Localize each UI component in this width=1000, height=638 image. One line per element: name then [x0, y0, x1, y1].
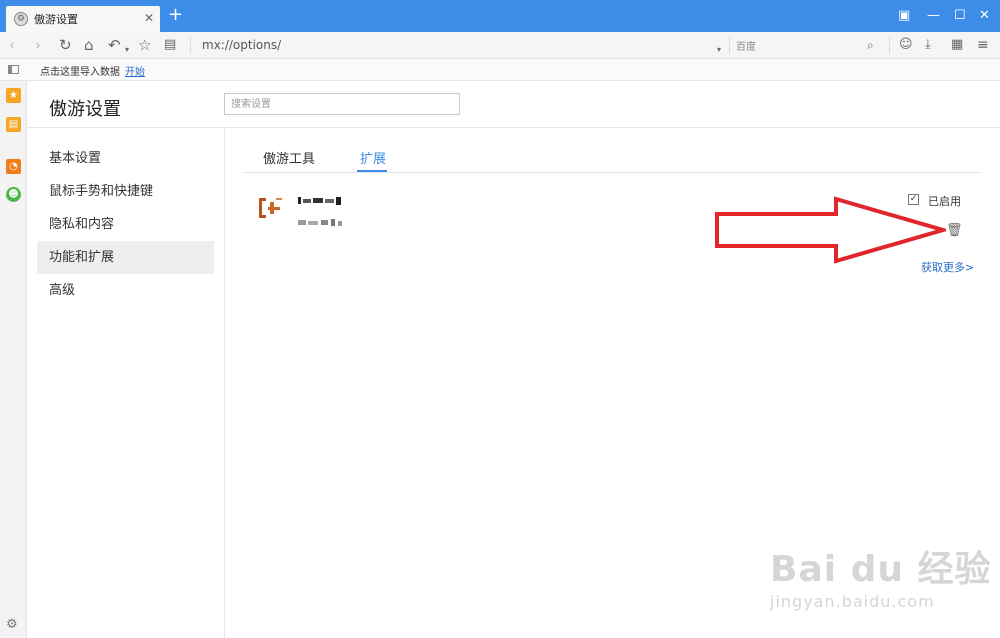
reader-icon[interactable]: ▤ — [164, 36, 176, 54]
account-icon[interactable]: ☺ — [899, 36, 913, 54]
back-icon[interactable]: ‹ — [9, 36, 15, 54]
rss-icon[interactable]: ◔ — [6, 159, 21, 174]
new-tab-button[interactable]: + — [168, 5, 183, 25]
window-close-icon[interactable]: ✕ — [979, 8, 990, 23]
extension-icon — [259, 198, 282, 218]
nav-divider — [224, 128, 225, 638]
gear-icon[interactable]: ⚙ — [6, 617, 18, 632]
watermark-url: jingyan.baidu.com — [770, 592, 935, 611]
tab-bar: ⚙ 傲游设置 ✕ + ▣ — ☐ ✕ — [0, 0, 1000, 32]
toolbar-divider — [729, 37, 730, 54]
content-tabs: 傲游工具 扩展 — [244, 146, 981, 173]
page-title: 傲游设置 — [49, 99, 121, 120]
smiley-icon[interactable]: ☻ — [6, 187, 21, 202]
refresh-icon[interactable]: ↻ — [59, 36, 72, 54]
nav-item-privacy[interactable]: 隐私和内容 — [37, 208, 214, 241]
maximize-icon[interactable]: ☐ — [954, 8, 966, 23]
close-icon[interactable]: ✕ — [144, 11, 154, 25]
address-dropdown-icon[interactable]: ▾ — [717, 41, 721, 59]
bookmark-bar: 点击这里导入数据 开始 — [0, 59, 1000, 81]
sidebar-toggle-icon[interactable] — [8, 65, 19, 74]
forward-icon[interactable]: › — [35, 36, 41, 54]
extension-description-garbled — [298, 219, 342, 226]
nav-item-features[interactable]: 功能和扩展 — [37, 241, 214, 274]
tab-maxthon-tools[interactable]: 傲游工具 — [263, 148, 315, 167]
favorite-star-icon[interactable]: ☆ — [138, 36, 151, 54]
settings-gear-icon: ⚙ — [14, 12, 28, 26]
nav-item-basic[interactable]: 基本设置 — [37, 142, 214, 175]
side-panel: ★ ▤ ◔ ☻ ⚙ — [0, 81, 27, 638]
chevron-down-icon[interactable]: ▾ — [125, 41, 129, 59]
undo-close-icon[interactable]: ↶ — [108, 36, 121, 54]
note-icon[interactable]: ▤ — [6, 117, 21, 132]
watermark-main: Bai du 经验 — [770, 549, 992, 590]
browser-tab[interactable]: ⚙ 傲游设置 ✕ — [6, 6, 160, 32]
baidu-watermark: Bai du 经验 jingyan.baidu.com — [770, 540, 992, 611]
apps-grid-icon[interactable]: ▦ — [951, 36, 963, 54]
toolbar-divider — [889, 37, 890, 54]
active-tab-indicator — [357, 170, 387, 172]
settings-nav: 基本设置 鼠标手势和快捷键 隐私和内容 功能和扩展 高级 — [37, 142, 214, 307]
toolbar-divider — [190, 37, 191, 54]
navigation-toolbar: ‹ › ↻ ⌂ ↶ ▾ ☆ ▤ mx://options/ ▾ 百度 ⌕ ☺ ⤓… — [0, 32, 1000, 59]
nav-item-gestures[interactable]: 鼠标手势和快捷键 — [37, 175, 214, 208]
extension-name-garbled — [298, 197, 341, 205]
settings-search-input[interactable] — [224, 93, 460, 115]
tab-title: 傲游设置 — [34, 13, 78, 26]
search-engine-box[interactable]: 百度 — [736, 38, 756, 53]
start-link[interactable]: 开始 — [125, 63, 145, 78]
download-icon[interactable]: ⤓ — [925, 36, 931, 54]
minimize-icon[interactable]: — — [927, 8, 940, 23]
nav-item-advanced[interactable]: 高级 — [37, 274, 214, 307]
tab-extensions[interactable]: 扩展 — [360, 148, 386, 167]
search-icon[interactable]: ⌕ — [867, 36, 874, 54]
sidebar-layout-icon[interactable]: ▣ — [898, 8, 910, 23]
menu-icon[interactable]: ≡ — [977, 36, 989, 54]
trash-icon[interactable]: 🗑 — [946, 223, 963, 238]
annotation-arrow — [715, 196, 946, 264]
import-prompt: 点击这里导入数据 — [40, 67, 120, 78]
settings-header: 傲游设置 — [27, 81, 1000, 128]
star-icon[interactable]: ★ — [6, 88, 21, 103]
address-bar[interactable]: mx://options/ — [202, 38, 281, 52]
home-icon[interactable]: ⌂ — [84, 36, 94, 54]
